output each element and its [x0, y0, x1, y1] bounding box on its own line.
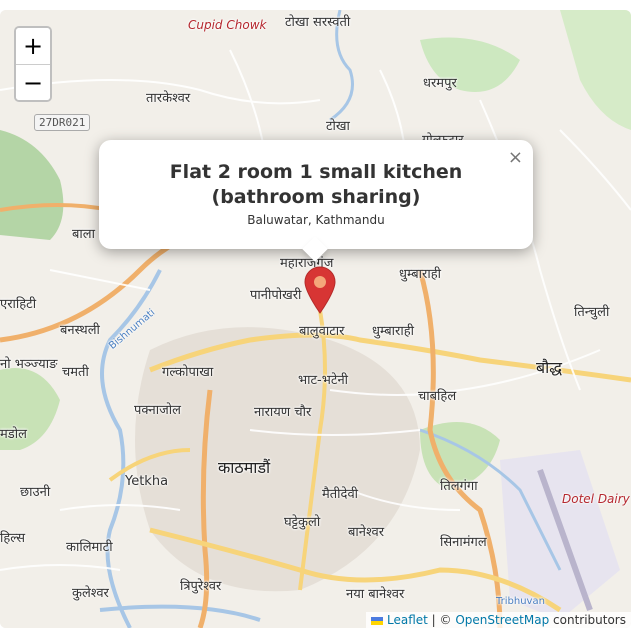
map-label: Cupid Chowk [188, 18, 267, 32]
map-label: काठमाडौं [218, 458, 271, 477]
map-label: सिनामंगल [440, 535, 487, 550]
map-label: भाट-भटेनी [298, 373, 349, 388]
map-label: टोखा [326, 119, 350, 134]
map-label: हिल्स [0, 531, 26, 546]
map-label: टोखा सरस्वती [285, 15, 351, 30]
map-container[interactable]: Cupid Chowk टोखा सरस्वती तारकेश्वर 27DR0… [0, 10, 631, 628]
map-label: बालुवाटार [299, 324, 345, 339]
road-shield: 27DR021 [34, 114, 91, 131]
attribution-separator: | © [427, 613, 456, 627]
map-label: पानीपोखरी [250, 288, 302, 303]
map-label: मडोल [0, 427, 27, 442]
popup-subtitle: Baluwatar, Kathmandu [247, 213, 385, 227]
map-label: धुम्बाराही [372, 324, 414, 339]
map-tiles[interactable] [0, 10, 631, 628]
map-label: धुम्बाराही [399, 267, 441, 282]
map-label: तिन्चुली [574, 305, 610, 320]
map-label: बनस्थली [60, 323, 100, 338]
ukraine-flag-icon [371, 616, 383, 625]
map-label: नया बानेश्वर [346, 587, 405, 602]
zoom-control: + − [14, 26, 52, 102]
map-label: पक्नाजोल [134, 403, 181, 418]
map-label: तारकेश्वर [146, 91, 191, 106]
zoom-in-button[interactable]: + [16, 28, 50, 64]
map-label: बौद्ध [536, 358, 563, 377]
map-label: छाउनी [20, 485, 51, 500]
popup-title: Flat 2 room 1 small kitchen (bathroom sh… [169, 161, 463, 208]
map-label: नारायण चौर [254, 405, 312, 420]
marker-popup: × Flat 2 room 1 small kitchen (bathroom … [99, 140, 533, 262]
map-label: Yetkha [125, 474, 169, 489]
map-label: बाला [72, 227, 95, 242]
map-label: बानेश्वर [348, 525, 385, 540]
map-label: कुलेश्वर [72, 586, 109, 601]
map-label: नो भञ्ज्याङ [0, 357, 58, 372]
map-pin-icon[interactable] [303, 266, 337, 314]
map-label: Dotel Dairy C [562, 492, 631, 506]
map-label: त्रिपुरेश्वर [180, 579, 222, 594]
attribution-suffix: contributors [549, 613, 626, 627]
osm-link[interactable]: OpenStreetMap [455, 613, 549, 627]
map-label: कालिमाटी [66, 540, 113, 555]
map-label: घट्टेकुलो [284, 515, 321, 530]
map-label: मैतीदेवी [322, 487, 359, 502]
map-attribution: Leaflet | © OpenStreetMap contributors [366, 612, 631, 628]
map-label: तिलगंगा [440, 479, 478, 494]
map-label: Tribhuvan [496, 596, 545, 607]
map-label: चाबहिल [418, 389, 457, 404]
leaflet-link[interactable]: Leaflet [387, 613, 428, 627]
map-label: चमती [62, 365, 89, 380]
map-label: गल्कोपाखा [162, 365, 214, 380]
map-label: धरमपुर [423, 76, 457, 91]
zoom-out-button[interactable]: − [16, 64, 50, 100]
map-label: एराहिटी [0, 297, 37, 312]
